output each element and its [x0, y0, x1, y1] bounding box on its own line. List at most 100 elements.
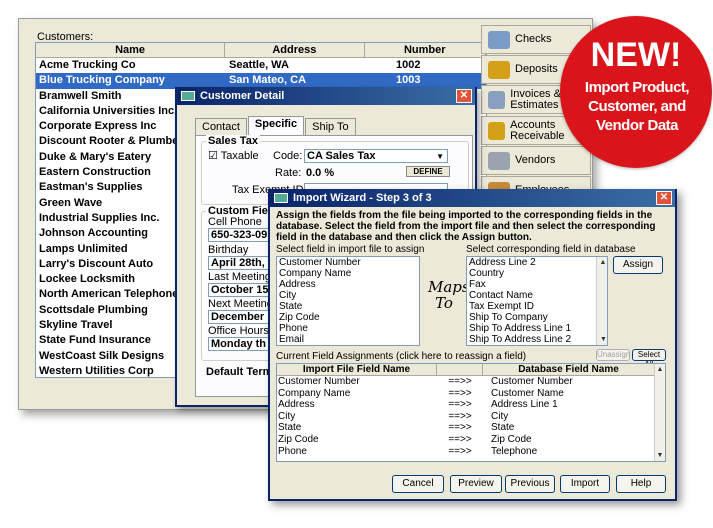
assignment-arrow: ==>>	[448, 433, 472, 445]
rate-label: Rate:	[275, 167, 302, 179]
assignment-arrow: ==>>	[448, 410, 472, 422]
list-item[interactable]: Zip Code	[278, 312, 419, 323]
app-icon	[274, 193, 288, 203]
table-row[interactable]: Acme Trucking Co Seattle, WA 1002	[36, 58, 486, 73]
list-item[interactable]: Tax Exempt ID	[468, 301, 607, 312]
import-field-items: Customer Number Company Name Address City St…	[277, 257, 419, 345]
assignments-header: Import File Field Name Database Field Na…	[277, 364, 665, 376]
rate-value: 0.0 %	[306, 167, 335, 179]
cell-address: Seattle, WA	[229, 59, 289, 71]
assignment-from: City	[278, 410, 296, 422]
import-button[interactable]: Import	[560, 475, 610, 493]
column-header-name[interactable]: Name	[36, 43, 226, 57]
assignment-row[interactable]: Company Name ==>> Customer Name	[277, 388, 665, 400]
tax-code-select[interactable]: CA Sales Tax ▼	[304, 149, 448, 163]
db-list-scrollbar[interactable]: ▲ ▼	[596, 257, 607, 345]
column-header-address[interactable]: Address	[225, 43, 365, 57]
assignment-to: Zip Code	[491, 433, 532, 445]
assignment-from: Zip Code	[278, 433, 319, 445]
select-all-button[interactable]: Select All	[632, 349, 666, 369]
list-item[interactable]: Address	[278, 279, 419, 290]
assignment-row[interactable]: Customer Number ==>> Customer Number	[277, 376, 665, 388]
list-item[interactable]: State	[278, 301, 419, 312]
tab-ship-to[interactable]: Ship To	[305, 118, 356, 135]
list-item[interactable]: Country	[468, 268, 607, 279]
current-assignments-label[interactable]: Current Field Assignments (click here to…	[276, 351, 526, 362]
scroll-down-icon[interactable]: ▼	[598, 334, 607, 345]
office-hours-label: Office Hours	[208, 325, 269, 337]
scroll-down-icon[interactable]: ▼	[655, 450, 665, 461]
help-button[interactable]: Help	[616, 475, 666, 493]
close-icon[interactable]: ✕	[456, 89, 472, 103]
code-label: Code:	[273, 150, 303, 162]
assignment-row[interactable]: State ==>> State	[277, 422, 665, 434]
list-item[interactable]: Company Name	[278, 268, 419, 279]
assignment-arrow: ==>>	[448, 399, 472, 411]
scroll-up-icon[interactable]: ▲	[598, 257, 607, 268]
import-field-label: Select field in import file to assign	[276, 244, 425, 255]
preview-button[interactable]: Preview	[450, 475, 502, 493]
assignment-row[interactable]: Zip Code ==>> Zip Code	[277, 434, 665, 446]
assignment-to: Customer Number	[491, 376, 573, 387]
list-item[interactable]: Ship To Address Line 2	[468, 334, 607, 345]
side-button-label: Vendors	[515, 154, 556, 166]
import-wizard-titlebar[interactable]: Import Wizard - Step 3 of 3	[270, 189, 675, 207]
side-button-label: Deposits	[515, 63, 558, 75]
close-icon[interactable]: ✕	[656, 191, 672, 205]
assignment-arrow: ==>>	[448, 387, 472, 399]
assignment-to: Address Line 1	[491, 399, 558, 411]
taxable-label: Taxable	[220, 150, 259, 162]
assignment-row[interactable]: Address ==>> Address Line 1	[277, 399, 665, 411]
checks-icon	[488, 30, 510, 49]
assignment-arrow: ==>>	[448, 422, 472, 434]
column-header-db-field[interactable]: Database Field Name	[483, 364, 655, 375]
assignment-from: Customer Number	[278, 376, 360, 387]
cell-number: 1002	[396, 59, 421, 71]
previous-button[interactable]: Previous	[505, 475, 555, 493]
db-field-list[interactable]: Address Line 2 Country Fax Contact Name Tax …	[466, 256, 608, 346]
tab-contact[interactable]: Contact	[195, 118, 247, 135]
side-button-vendors[interactable]: Vendors	[481, 146, 591, 175]
deposits-icon	[488, 60, 510, 79]
list-item[interactable]: Phone	[278, 323, 419, 334]
list-item[interactable]: Email	[278, 334, 419, 345]
list-item[interactable]: Contact Name	[468, 290, 607, 301]
unassign-button[interactable]: Unassign	[596, 349, 630, 361]
assignment-arrow: ==>>	[448, 376, 472, 387]
sales-tax-title: Sales Tax	[206, 135, 260, 147]
list-item[interactable]: Customer Number	[278, 257, 419, 268]
maps-to-label: Maps To	[428, 278, 470, 312]
assignments-scrollbar[interactable]: ▲ ▼	[654, 364, 665, 461]
assignment-from: State	[278, 422, 302, 434]
new-feature-badge: NEW! Import Product, Customer, and Vendo…	[560, 16, 712, 168]
wizard-instructions: Assign the fields from the file being im…	[276, 210, 656, 243]
check-icon: ☑	[208, 150, 218, 162]
list-item[interactable]: City	[278, 290, 419, 301]
scroll-up-icon[interactable]: ▲	[655, 364, 665, 375]
badge-new-text: NEW!	[590, 36, 682, 74]
vendors-icon	[488, 151, 510, 170]
assignment-from: Company Name	[278, 387, 351, 399]
assignments-table[interactable]: Import File Field Name Database Field Na…	[276, 363, 666, 462]
list-item[interactable]: Ship To Company	[468, 312, 607, 323]
import-wizard-dialog: Import Wizard - Step 3 of 3 ✕ Assign the…	[268, 189, 677, 501]
tab-specific[interactable]: Specific	[247, 116, 305, 135]
next-meeting-label: Next Meeting	[208, 298, 273, 310]
cancel-button[interactable]: Cancel	[392, 475, 444, 493]
cell-name: Acme Trucking Co	[39, 59, 136, 71]
assignment-to: Telephone	[491, 445, 538, 457]
column-header-number[interactable]: Number	[365, 43, 486, 57]
taxable-checkbox[interactable]: ☑ Taxable	[208, 149, 259, 162]
list-item[interactable]: Address Line 2	[468, 257, 607, 268]
invoices-icon	[488, 90, 506, 109]
assign-button[interactable]: Assign	[613, 256, 663, 274]
import-field-list[interactable]: Customer Number Company Name Address City St…	[276, 256, 420, 346]
assignment-row[interactable]: City ==>> City	[277, 411, 665, 423]
assignment-row[interactable]: Phone ==>> Telephone	[277, 446, 665, 458]
list-item[interactable]: Ship To Address Line 1	[468, 323, 607, 334]
list-item[interactable]: Fax	[468, 279, 607, 290]
column-header-import-field[interactable]: Import File Field Name	[277, 364, 437, 375]
tax-code-value: CA Sales Tax	[307, 150, 376, 162]
customer-detail-titlebar[interactable]: Customer Detail	[177, 87, 475, 105]
define-button[interactable]: DEFINE	[406, 166, 450, 177]
